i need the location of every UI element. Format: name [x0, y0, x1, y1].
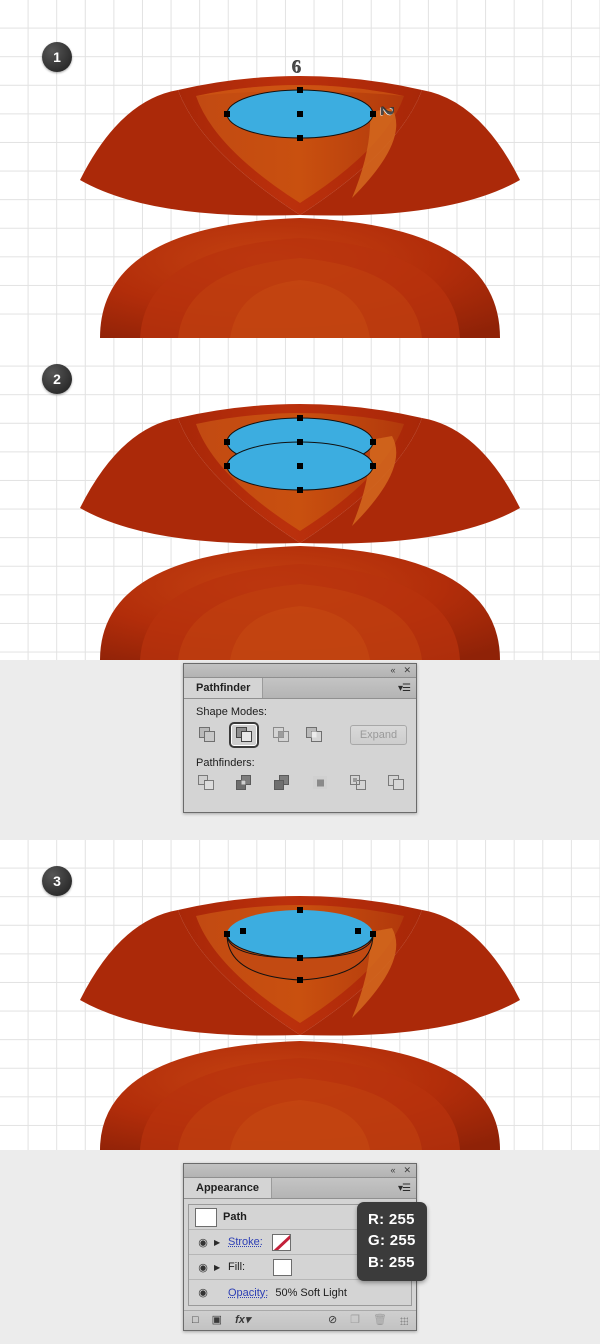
appearance-tabbar: Appearance ▾☰ — [184, 1178, 416, 1199]
opacity-label[interactable]: Opacity: — [228, 1287, 268, 1299]
illustration-step-2 — [80, 404, 520, 660]
stroke-label[interactable]: Stroke: — [228, 1236, 263, 1248]
panel-menu-icon[interactable]: ▾☰ — [398, 1183, 411, 1194]
merge-icon[interactable] — [272, 773, 292, 793]
panel-menu-icon[interactable]: ▾☰ — [398, 683, 411, 694]
step-badge-1: 1 — [42, 42, 72, 72]
add-new-effect-icon[interactable]: fx▾ — [235, 1315, 250, 1326]
add-new-stroke-icon[interactable]: □ — [192, 1315, 199, 1326]
anchor-point-upper-center[interactable] — [297, 439, 303, 445]
canvas-label-six: 6 — [292, 57, 302, 78]
anchor-point-top[interactable] — [297, 907, 303, 913]
appearance-tab-filler: ▾☰ — [271, 1178, 416, 1198]
eye-icon[interactable]: ◉ — [192, 1236, 214, 1249]
anchor-point-right[interactable] — [370, 931, 376, 937]
opacity-value: 50% Soft Light — [275, 1286, 347, 1299]
anchor-point-upper-left[interactable] — [224, 439, 230, 445]
add-new-fill-icon[interactable]: ▣ — [212, 1315, 222, 1326]
pathfinder-body: Shape Modes: Expand Pathfinders: — [184, 699, 416, 812]
chevron-right-icon[interactable]: ▶ — [214, 1238, 228, 1247]
minus-front-icon[interactable] — [229, 722, 259, 748]
anchor-point-bottom[interactable] — [297, 135, 303, 141]
delete-item-icon[interactable]: 🗑 — [373, 1315, 387, 1326]
canvas-step-2 — [0, 338, 600, 660]
pathfinder-titlebar: « ✕ — [184, 664, 416, 678]
appearance-row-opacity[interactable]: ◉ Opacity: 50% Soft Light — [189, 1280, 411, 1305]
appearance-toolbar: □ ▣ fx▾ ⊘ ❐ 🗑 — [184, 1310, 416, 1330]
step-badge-2: 2 — [42, 364, 72, 394]
close-icon[interactable]: ✕ — [403, 1166, 411, 1175]
anchor-point-bottom[interactable] — [297, 977, 303, 983]
anchor-point-center[interactable] — [297, 955, 303, 961]
pathfinder-panel: « ✕ Pathfinder ▾☰ Shape Modes: Expand Pa… — [183, 663, 417, 813]
path-label: Path — [223, 1211, 247, 1223]
illustration-step-3 — [80, 896, 520, 1150]
anchor-point-lower-center[interactable] — [297, 463, 303, 469]
duplicate-item-icon[interactable]: ❐ — [350, 1315, 360, 1326]
canvas-step-3 — [0, 840, 600, 1150]
exclude-icon[interactable] — [303, 725, 325, 745]
tooltip-r: R: 255 — [368, 1211, 415, 1228]
shape-modes-label: Shape Modes: — [196, 706, 267, 718]
eye-icon[interactable]: ◉ — [192, 1286, 214, 1299]
trim-icon[interactable] — [234, 773, 254, 793]
anchor-point-upper-right[interactable] — [370, 439, 376, 445]
fill-swatch[interactable] — [273, 1258, 293, 1276]
fill-label: Fill: — [228, 1261, 246, 1273]
close-icon[interactable]: ✕ — [403, 666, 411, 675]
intersect-icon[interactable] — [270, 725, 292, 745]
shape-modes-row: Expand — [196, 722, 407, 748]
anchor-point-left[interactable] — [224, 111, 230, 117]
appearance-titlebar: « ✕ — [184, 1164, 416, 1178]
crop-icon[interactable] — [311, 773, 331, 793]
resize-grip[interactable] — [400, 1316, 408, 1325]
chevron-right-icon[interactable]: ▶ — [214, 1263, 228, 1272]
anchor-point-lower-bottom[interactable] — [297, 487, 303, 493]
pathfinder-tabbar: Pathfinder ▾☰ — [184, 678, 416, 699]
pathfinders-row — [196, 773, 407, 793]
illustration-step-1 — [80, 76, 520, 338]
pathfinder-tab-filler: ▾☰ — [263, 678, 416, 698]
tab-pathfinder[interactable]: Pathfinder — [184, 678, 264, 698]
path-thumbnail — [195, 1207, 217, 1227]
minus-back-icon[interactable] — [387, 773, 407, 793]
anchor-point-lower-right[interactable] — [370, 463, 376, 469]
anchor-point-lower-left[interactable] — [224, 463, 230, 469]
expand-button[interactable]: Expand — [350, 725, 407, 745]
canvas-label-two: 2 — [375, 106, 397, 116]
anchor-point-upper-top[interactable] — [297, 415, 303, 421]
tab-appearance[interactable]: Appearance — [184, 1178, 272, 1198]
step-badge-3: 3 — [42, 866, 72, 896]
rgb-tooltip: R: 255 G: 255 B: 255 — [357, 1202, 427, 1281]
anchor-point-top[interactable] — [297, 87, 303, 93]
anchor-point-left-upper[interactable] — [240, 928, 246, 934]
anchor-point-right-upper[interactable] — [355, 928, 361, 934]
anchor-point-center[interactable] — [297, 111, 303, 117]
anchor-point-left[interactable] — [224, 931, 230, 937]
divide-icon[interactable] — [196, 773, 216, 793]
clear-appearance-icon[interactable]: ⊘ — [328, 1315, 337, 1326]
tooltip-b: B: 255 — [368, 1253, 415, 1271]
tutorial-page: 思缘设计论坛WWW.MISSYUAN.COM — [0, 0, 600, 1344]
pathfinders-label: Pathfinders: — [196, 757, 255, 769]
unite-icon[interactable] — [196, 725, 218, 745]
stroke-swatch[interactable] — [271, 1233, 291, 1251]
outline-icon[interactable] — [349, 773, 369, 793]
collapse-icon[interactable]: « — [390, 1166, 395, 1175]
tooltip-g: G: 255 — [368, 1232, 416, 1250]
collapse-icon[interactable]: « — [390, 666, 395, 675]
eye-icon[interactable]: ◉ — [192, 1261, 214, 1274]
canvas-step-1: 6 2 — [0, 0, 600, 338]
